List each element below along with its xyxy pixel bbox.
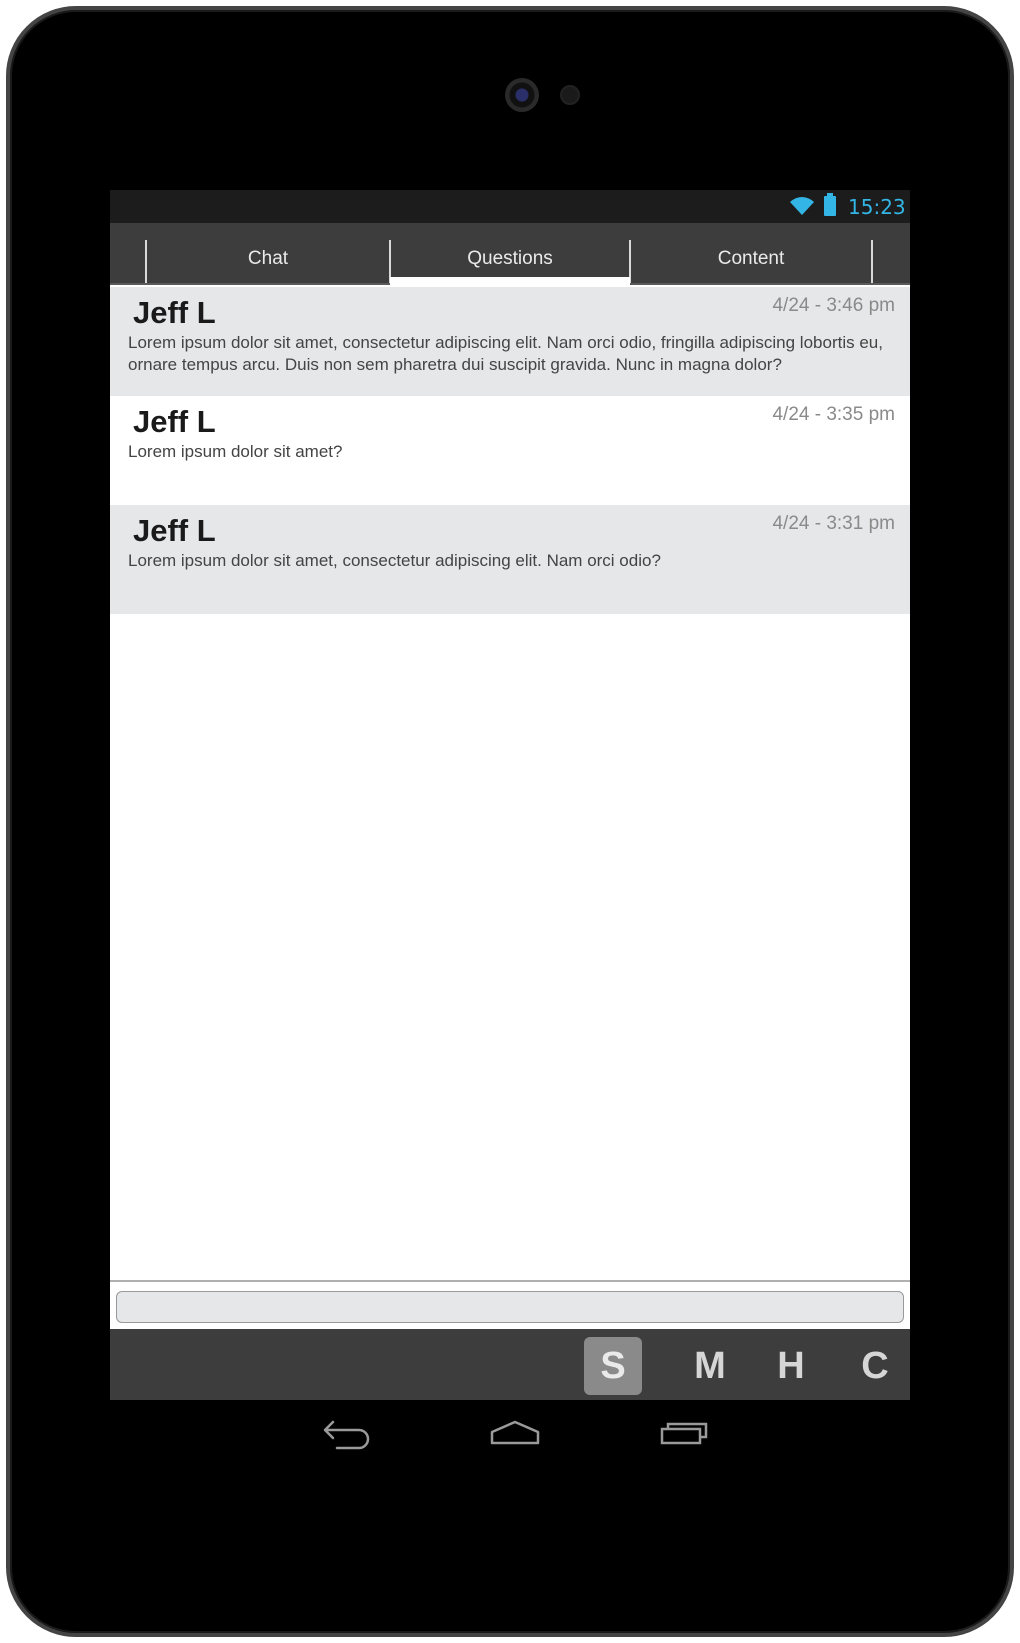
message-author: Jeff L [133,404,216,439]
h-button[interactable]: H [762,1337,820,1395]
recent-apps-icon[interactable] [655,1410,715,1450]
message-input[interactable] [116,1291,904,1323]
question-item[interactable]: Jeff L 4/24 - 3:35 pm Lorem ipsum dolor … [110,396,910,505]
wifi-icon [790,197,814,215]
tab-bar: Chat Questions Content [110,223,910,285]
app-screen: 15:23 Chat Questions Content Jeff L 4/24… [110,190,910,1400]
status-time: 15:23 [848,195,906,219]
selected-tab-indicator [390,277,630,285]
c-button[interactable]: C [846,1337,904,1395]
tab-chat[interactable]: Chat [147,223,389,285]
question-item[interactable]: Jeff L 4/24 - 3:46 pm Lorem ipsum dolor … [110,287,910,396]
s-button[interactable]: S [584,1337,642,1395]
tab-content[interactable]: Content [631,223,871,285]
message-body: Lorem ipsum dolor sit amet, consectetur … [128,333,883,374]
back-icon[interactable] [315,1410,375,1450]
message-time: 4/24 - 3:35 pm [772,404,895,425]
message-time: 4/24 - 3:31 pm [772,513,895,534]
system-nav-bar [110,1400,910,1470]
home-icon[interactable] [485,1410,545,1450]
message-time: 4/24 - 3:46 pm [772,295,895,316]
message-body: Lorem ipsum dolor sit amet, consectetur … [128,551,661,570]
m-button[interactable]: M [681,1337,739,1395]
camera-icon [505,78,539,112]
sensor-icon [560,85,580,105]
message-input-area [110,1280,910,1328]
message-body: Lorem ipsum dolor sit amet? [128,442,343,461]
tab-divider [871,240,873,283]
status-bar: 15:23 [110,190,910,223]
bottom-toolbar: S M H C [110,1329,910,1400]
message-author: Jeff L [133,513,216,548]
tab-questions[interactable]: Questions [391,223,629,285]
battery-icon [824,193,836,216]
question-item[interactable]: Jeff L 4/24 - 3:31 pm Lorem ipsum dolor … [110,505,910,614]
message-author: Jeff L [133,295,216,330]
